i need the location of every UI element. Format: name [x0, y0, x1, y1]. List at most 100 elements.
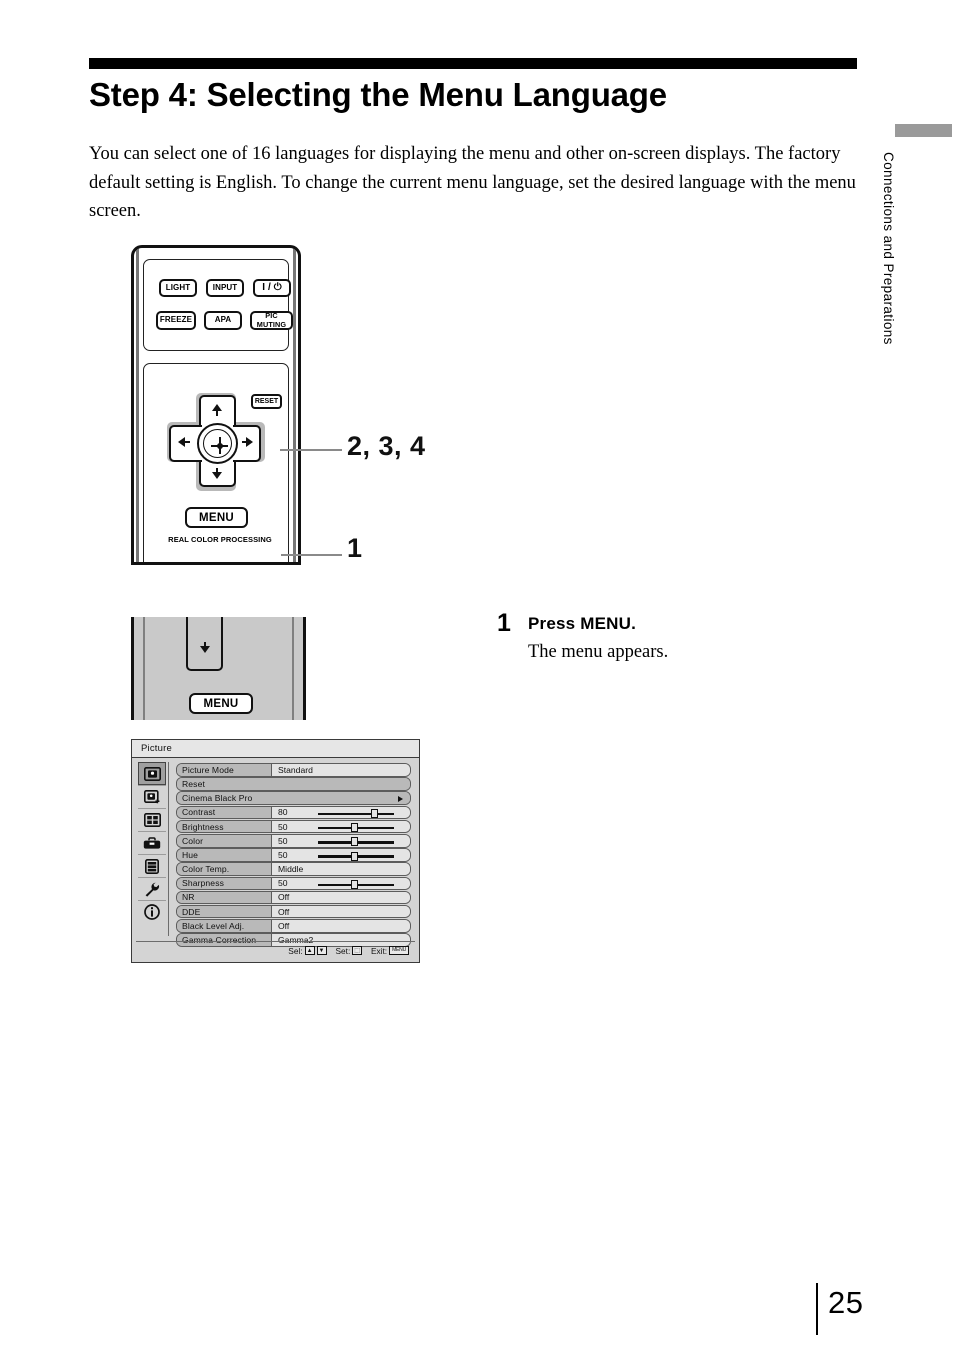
- page-title: Step 4: Selecting the Menu Language: [89, 76, 667, 113]
- osd-toolbox-icon[interactable]: [138, 831, 166, 854]
- osd-row[interactable]: Cinema Black Pro: [176, 791, 411, 805]
- osd-row-value: Off: [272, 891, 410, 904]
- osd-wrench-icon[interactable]: [138, 877, 166, 900]
- page-number: 25: [828, 1285, 864, 1320]
- osd-row[interactable]: Contrast 80: [176, 805, 411, 820]
- osd-row[interactable]: Color 50: [176, 833, 411, 848]
- osd-row-label: Picture Mode: [177, 764, 272, 776]
- osd-row-value: 50: [272, 849, 312, 861]
- osd-screen-icon[interactable]: [138, 808, 166, 831]
- osd-row-value: Middle: [272, 863, 410, 875]
- remote-light-button[interactable]: LIGHT: [159, 279, 197, 297]
- header-rule: [89, 58, 857, 69]
- osd-row[interactable]: NR Off: [176, 890, 411, 905]
- osd-key-enter-icon: ⬚: [352, 946, 362, 955]
- osd-row[interactable]: Color Temp. Middle: [176, 862, 411, 876]
- osd-list-icon[interactable]: [138, 854, 166, 877]
- remote-control-illustration: LIGHT INPUT I / ⏻ FREEZE APA PIC MUTING …: [131, 245, 301, 565]
- osd-row-value: Standard: [272, 764, 410, 776]
- dpad-enter-button[interactable]: [197, 423, 238, 464]
- remote-power-button[interactable]: I / ⏻: [253, 279, 291, 297]
- osd-row[interactable]: Black Level Adj. Off: [176, 919, 411, 933]
- osd-row-slider[interactable]: [312, 849, 410, 861]
- remote-menu-button[interactable]: MENU: [185, 507, 248, 528]
- osd-hint-set: Set: ⬚: [336, 946, 362, 956]
- callout-leader-dpad: [280, 449, 342, 451]
- osd-row-label: Color: [177, 834, 272, 847]
- remote-input-button[interactable]: INPUT: [206, 279, 244, 297]
- osd-hint-set-label: Set:: [335, 945, 351, 956]
- osd-row-value: Off: [272, 920, 410, 932]
- osd-submenu-arrow-icon: [398, 796, 403, 803]
- remote-menu-closeup-illustration: MENU: [131, 617, 306, 720]
- osd-row[interactable]: Hue 50: [176, 848, 411, 862]
- osd-row[interactable]: Brightness 50: [176, 819, 411, 834]
- step-number: 1: [497, 609, 511, 637]
- osd-row-label: Reset: [177, 778, 410, 790]
- dpad-right-arrow-icon: [246, 437, 253, 447]
- remote-pic-muting-button[interactable]: PIC MUTING: [250, 311, 293, 330]
- chapter-tab-label: Connections and Preparations: [881, 152, 896, 345]
- intro-paragraph: You can select one of 16 languages for d…: [89, 144, 856, 221]
- osd-hint-select-label: Sel:: [288, 945, 303, 956]
- osd-row-slider[interactable]: [312, 877, 410, 890]
- osd-key-up-icon: ▲: [304, 946, 315, 955]
- dpad-down-arrow-icon: [212, 472, 222, 479]
- osd-row-value: Off: [272, 905, 410, 918]
- osd-menu-screenshot: Picture Picture Mode Standard Reset Cinema …: [131, 739, 420, 963]
- callout-label-dpad: 2, 3, 4: [347, 431, 426, 461]
- osd-row-label: Black Level Adj.: [177, 920, 272, 932]
- osd-info-icon[interactable]: [138, 900, 166, 923]
- osd-row-value: 80: [272, 806, 312, 819]
- osd-row-label: Contrast: [177, 806, 272, 819]
- remote-edge-left: [136, 248, 139, 562]
- callout-label-menu: 1: [347, 533, 363, 563]
- osd-slider-knob[interactable]: [351, 851, 358, 861]
- osd-row-value: 50: [272, 834, 312, 847]
- osd-row-value: 50: [272, 820, 312, 833]
- page-number-rule: [816, 1283, 818, 1335]
- osd-row[interactable]: DDE Off: [176, 904, 411, 919]
- osd-picture-add-icon[interactable]: [138, 785, 166, 808]
- osd-row-label: NR: [177, 891, 272, 904]
- chapter-tab-marker: [895, 124, 952, 137]
- osd-row-label: Hue: [177, 849, 272, 861]
- osd-slider-knob[interactable]: [351, 880, 358, 889]
- osd-hint-exit: Exit: MENU: [371, 946, 409, 956]
- osd-row-label: Brightness: [177, 820, 272, 833]
- osd-hint-exit-label: Exit:: [370, 945, 388, 956]
- osd-key-menu-icon: MENU: [389, 946, 409, 955]
- osd-row[interactable]: Sharpness 50: [176, 876, 411, 891]
- closeup-edge-right: [292, 617, 294, 720]
- step-body: The menu appears.: [528, 642, 669, 662]
- osd-footer-hints: Sel: ▲ ▼ Set: ⬚ Exit: MENU: [136, 941, 415, 959]
- osd-slider-knob[interactable]: [351, 837, 358, 847]
- osd-settings-list[interactable]: Picture Mode Standard Reset Cinema Black Pr…: [176, 763, 411, 947]
- remote-upper-panel: [143, 259, 289, 351]
- callout-leader-menu: [281, 554, 342, 556]
- osd-row-label: Cinema Black Pro: [177, 792, 410, 804]
- remote-body: LIGHT INPUT I / ⏻ FREEZE APA PIC MUTING …: [131, 245, 301, 565]
- dpad-left-arrow-icon: [178, 437, 185, 447]
- real-color-processing-label: REAL COLOR PROCESSING: [168, 535, 272, 544]
- osd-hint-select: Sel: ▲ ▼: [288, 945, 327, 956]
- closeup-menu-button[interactable]: MENU: [189, 693, 253, 714]
- closeup-edge-left: [143, 617, 145, 720]
- osd-row[interactable]: Reset: [176, 777, 411, 791]
- osd-row-value: 50: [272, 877, 312, 890]
- osd-row[interactable]: Picture Mode Standard: [176, 763, 411, 777]
- osd-key-down-icon: ▼: [316, 946, 327, 955]
- remote-dpad[interactable]: [167, 393, 265, 491]
- remote-apa-button[interactable]: APA: [204, 311, 242, 330]
- remote-edge-right: [293, 248, 296, 562]
- osd-category-sidebar[interactable]: [136, 762, 169, 936]
- osd-row-slider[interactable]: [312, 820, 410, 833]
- osd-slider-knob[interactable]: [370, 809, 378, 819]
- osd-picture-icon[interactable]: [138, 762, 166, 785]
- remote-freeze-button[interactable]: FREEZE: [156, 311, 196, 330]
- closeup-down-arrow-icon: [200, 646, 210, 653]
- osd-slider-knob[interactable]: [351, 823, 358, 833]
- osd-row-slider[interactable]: [312, 806, 410, 819]
- osd-title: Picture: [132, 740, 419, 758]
- osd-row-slider[interactable]: [312, 834, 410, 847]
